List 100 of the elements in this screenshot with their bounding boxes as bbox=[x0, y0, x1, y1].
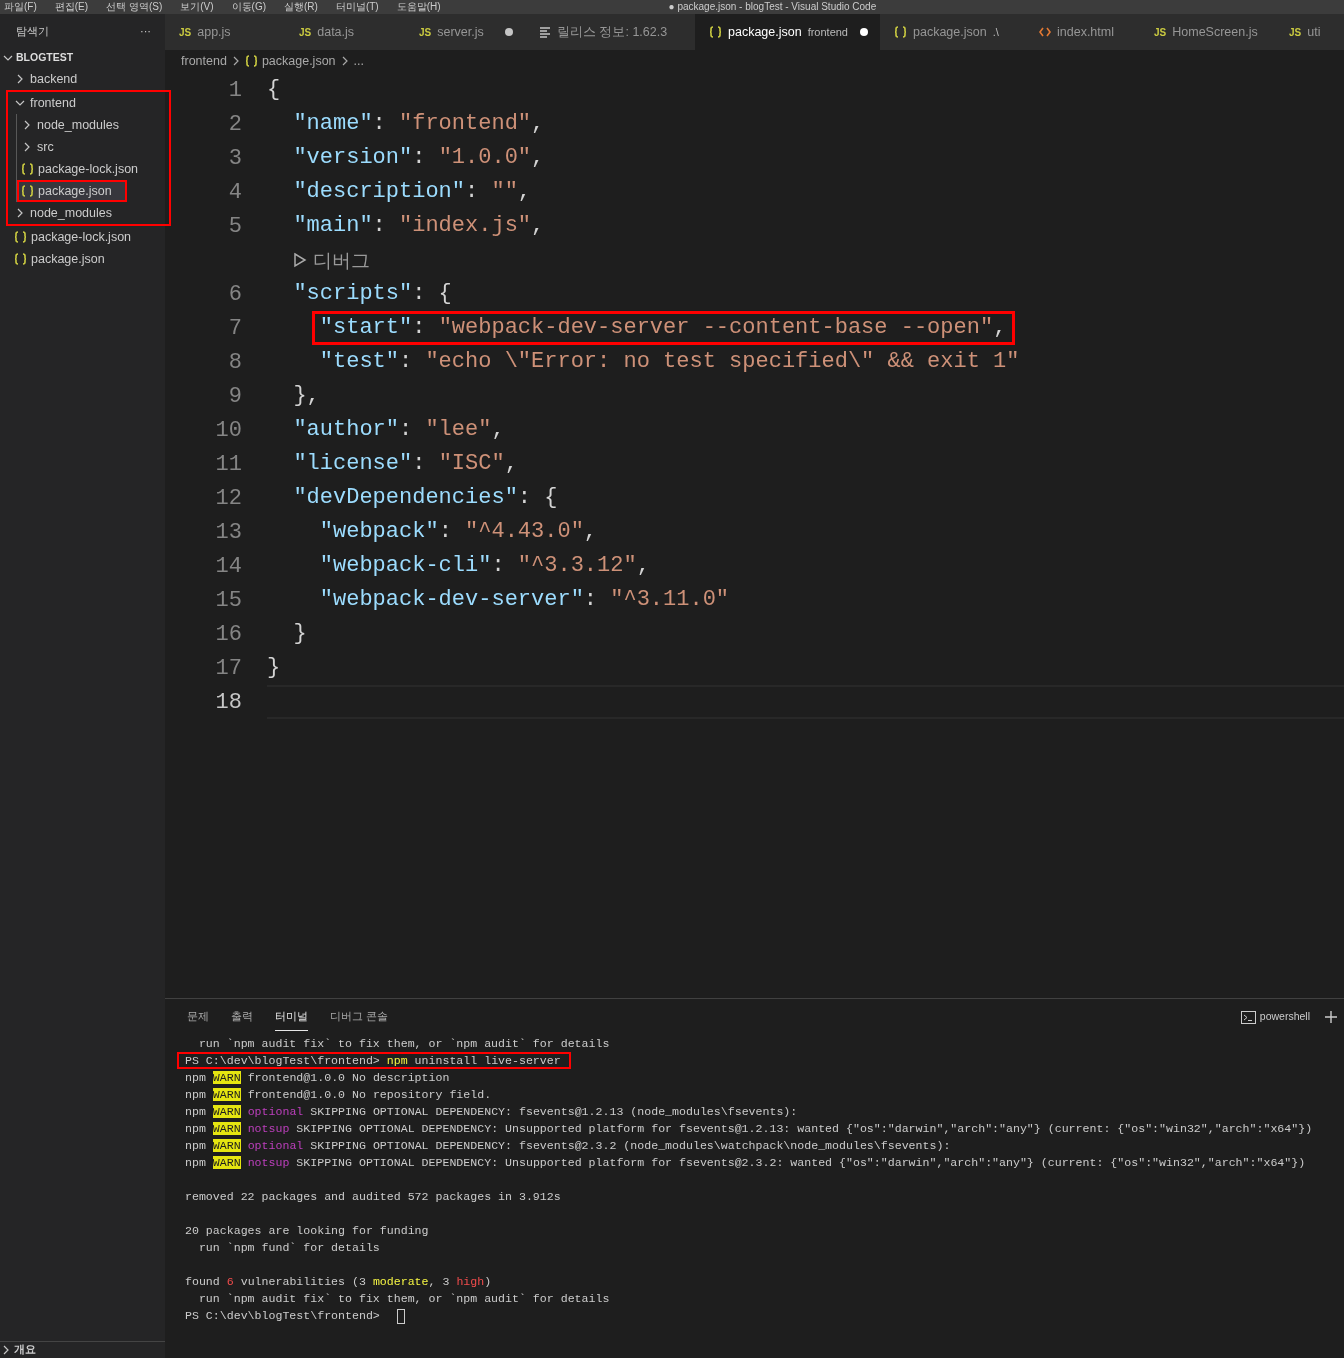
terminal-selector[interactable]: powershell bbox=[1259, 1009, 1310, 1025]
line-number: 11 bbox=[214, 450, 242, 479]
terminal-line: npm WARN frontend@1.0.0 No description bbox=[184, 1070, 451, 1086]
line-number: 3 bbox=[227, 144, 242, 173]
folder-item[interactable]: node_modules bbox=[8, 202, 169, 224]
file-item[interactable]: package.json bbox=[0, 248, 165, 270]
braces-icon bbox=[244, 55, 258, 67]
menu-item[interactable]: 이동(G) bbox=[231, 1, 267, 13]
line-number: 1 bbox=[227, 76, 242, 105]
code-line: "webpack-cli": "^3.3.12", bbox=[318, 552, 651, 580]
plus-icon[interactable] bbox=[1324, 1010, 1338, 1024]
menu-item[interactable]: 터미널(T) bbox=[335, 1, 379, 13]
menu-item[interactable]: 도움말(H) bbox=[396, 1, 441, 13]
file-item[interactable]: package-lock.json bbox=[17, 158, 169, 180]
panel-tab[interactable]: 문제 bbox=[187, 1003, 209, 1031]
terminal-line: run `npm audit fix` to fix them, or `npm audit` for details bbox=[197, 1036, 611, 1052]
code-line: "webpack": "^4.43.0", bbox=[318, 518, 599, 546]
code-line: { bbox=[266, 76, 282, 104]
line-number: 9 bbox=[227, 382, 242, 411]
terminal-line: 20 packages are looking for funding bbox=[184, 1223, 430, 1239]
menu-item[interactable]: 파일(F) bbox=[4, 1, 37, 13]
code-line: "main": "index.js", bbox=[292, 212, 546, 240]
line-number: 7 bbox=[227, 314, 242, 343]
js-icon: JS bbox=[1154, 24, 1167, 40]
play-icon bbox=[293, 252, 308, 268]
more-button[interactable]: ··· bbox=[140, 22, 151, 40]
panel-tab[interactable]: 디버그 콘솔 bbox=[330, 1003, 388, 1031]
editor-tab[interactable]: index.html bbox=[1025, 14, 1140, 50]
terminal-line: PS C:\dev\blogTest\frontend> bbox=[184, 1308, 381, 1324]
code-line: "description": "", bbox=[292, 178, 533, 206]
code-line: "name": "frontend", bbox=[292, 110, 546, 138]
js-icon: JS bbox=[1289, 24, 1302, 40]
folder-item[interactable]: src bbox=[17, 136, 169, 158]
braces-icon bbox=[709, 26, 722, 38]
tree-root[interactable]: BLOGTEST bbox=[0, 48, 165, 68]
sidebar-title: 탐색기 bbox=[16, 23, 49, 39]
code-line: "license": "ISC", bbox=[292, 450, 519, 478]
folder-item[interactable]: backend bbox=[0, 68, 165, 90]
terminal-line: run `npm fund` for details bbox=[197, 1240, 381, 1256]
editor-tab[interactable]: JS data.js bbox=[285, 14, 405, 50]
braces-icon bbox=[21, 185, 34, 197]
codelens-link[interactable]: 디버그 bbox=[293, 245, 371, 275]
breadcrumb-item[interactable]: ... bbox=[353, 51, 364, 71]
braces-icon bbox=[14, 231, 27, 243]
panel-tab[interactable]: 터미널 bbox=[275, 1003, 308, 1031]
window-title: ● package.json - blogTest - Visual Studio Code bbox=[668, 1, 877, 13]
line-number: 13 bbox=[214, 518, 242, 547]
js-icon: JS bbox=[419, 24, 432, 40]
menu-item[interactable]: 실행(R) bbox=[284, 1, 318, 13]
code-line: } bbox=[266, 654, 282, 682]
editor-tab[interactable]: package.json .\ bbox=[880, 14, 1025, 50]
editor-tab[interactable]: 릴리스 정보: 1.62.3 bbox=[525, 14, 695, 50]
editor-tab[interactable]: JS server.js bbox=[405, 14, 525, 50]
menu-item[interactable]: 편집(E) bbox=[54, 1, 89, 13]
terminal-line: npm WARN optional SKIPPING OPTIONAL DEPENDENCY: fsevents@1.2.13 (node_modules\fsevents): bbox=[184, 1104, 799, 1120]
terminal-cursor bbox=[396, 1308, 405, 1324]
editor-tab[interactable]: package.json frontend bbox=[695, 14, 880, 50]
menu-item[interactable]: 보기(V) bbox=[180, 1, 214, 13]
terminal-line: npm WARN notsup SKIPPING OPTIONAL DEPENDENCY: Unsupported platform for fsevents@1.2.13: wanted {"os":"darwin","arch":"any"} (current: {"os":"win32","arch":"x64"}) bbox=[184, 1121, 1314, 1137]
terminal-line: npm WARN frontend@1.0.0 No repository field. bbox=[184, 1087, 493, 1103]
breadcrumb-item[interactable]: package.json bbox=[261, 51, 336, 71]
file-item[interactable]: package.json bbox=[17, 180, 127, 202]
lines-icon bbox=[539, 26, 551, 38]
menu-item[interactable]: 선택 영역(S) bbox=[106, 1, 163, 13]
line-number: 17 bbox=[214, 654, 242, 683]
line-number: 2 bbox=[227, 110, 242, 139]
braces-icon bbox=[21, 163, 34, 175]
line-number: 10 bbox=[214, 416, 242, 445]
folder-item[interactable]: node_modules bbox=[17, 114, 169, 136]
terminal-icon bbox=[1240, 1010, 1256, 1024]
line-number: 4 bbox=[227, 178, 242, 207]
code-line: "scripts": { bbox=[292, 280, 453, 308]
line-number: 6 bbox=[227, 280, 242, 309]
terminal-line: removed 22 packages and audited 572 packages in 3.912s bbox=[184, 1189, 562, 1205]
code-line: "test": "echo \"Error: no test specified\" && exit 1" bbox=[318, 348, 1021, 376]
js-icon: JS bbox=[299, 24, 312, 40]
editor-tab[interactable]: JS app.js bbox=[165, 14, 285, 50]
editor-tab[interactable]: JS HomeScreen.js bbox=[1140, 14, 1275, 50]
file-item[interactable]: package-lock.json bbox=[0, 226, 165, 248]
terminal-line: npm WARN notsup SKIPPING OPTIONAL DEPENDENCY: Unsupported platform for fsevents@2.3.2: wanted {"os":"darwin","arch":"any"} (current: {"os":"win32","arch":"x64"}) bbox=[184, 1155, 1307, 1171]
terminal-line: run `npm audit fix` to fix them, or `npm audit` for details bbox=[197, 1291, 611, 1307]
line-number: 18 bbox=[214, 688, 242, 717]
line-number: 16 bbox=[214, 620, 242, 649]
braces-icon bbox=[894, 26, 907, 38]
panel-tab[interactable]: 출력 bbox=[231, 1003, 253, 1031]
code-line: "webpack-dev-server": "^3.11.0" bbox=[318, 586, 731, 614]
code-icon bbox=[1039, 26, 1051, 38]
folder-item[interactable]: frontend bbox=[8, 92, 169, 114]
code-line: }, bbox=[292, 382, 321, 410]
outline-section[interactable]: 개요 bbox=[0, 1341, 165, 1358]
code-line: "version": "1.0.0", bbox=[292, 144, 546, 172]
editor-tab[interactable]: JS uti bbox=[1275, 14, 1344, 50]
breadcrumb-item[interactable]: frontend bbox=[181, 51, 227, 71]
line-number: 15 bbox=[214, 586, 242, 615]
code-line: "author": "lee", bbox=[292, 416, 506, 444]
js-icon: JS bbox=[179, 24, 192, 40]
code-line: } bbox=[292, 620, 308, 648]
unsaved-dot bbox=[505, 28, 513, 36]
unsaved-dot bbox=[860, 28, 868, 36]
code-line: "devDependencies": { bbox=[292, 484, 559, 512]
